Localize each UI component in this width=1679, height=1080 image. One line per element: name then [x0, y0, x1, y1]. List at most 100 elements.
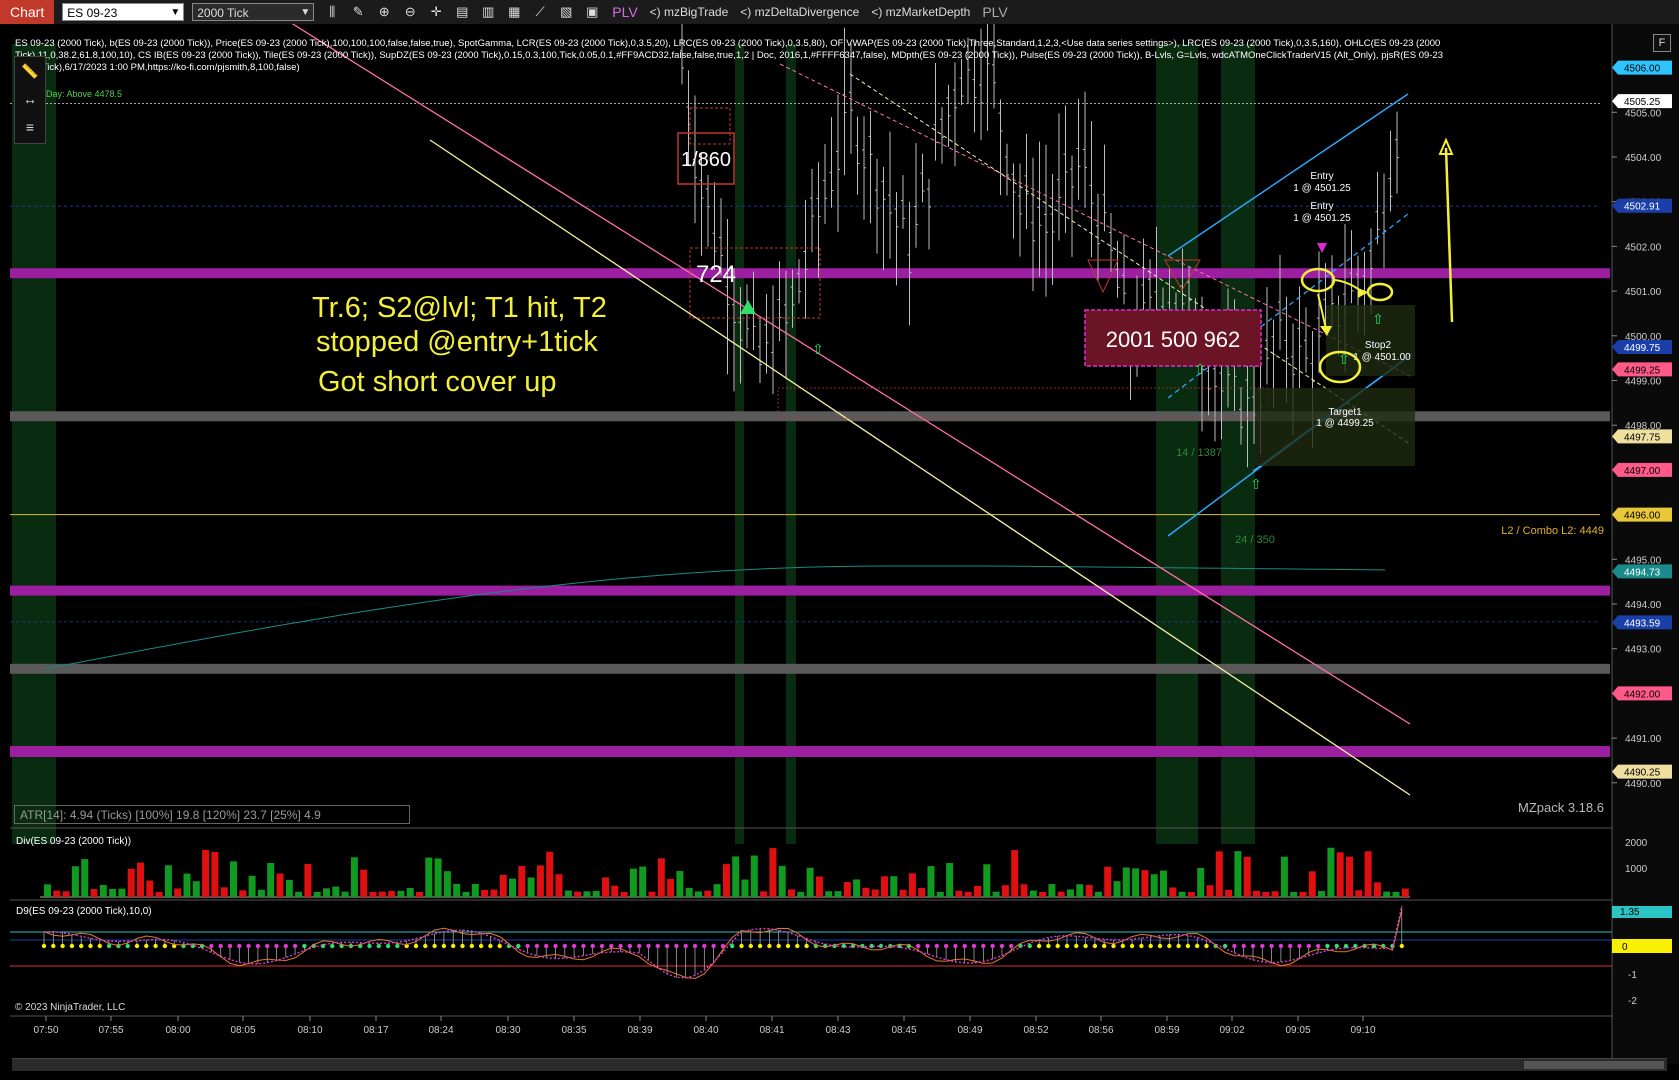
ruler-icon[interactable]: 📏 — [15, 57, 45, 85]
zoom-out-icon[interactable]: ⊖ — [402, 4, 418, 20]
div-bar — [1253, 890, 1260, 897]
d9-dot — [209, 943, 214, 949]
menu-icon[interactable]: ≡ — [15, 113, 45, 141]
chart-canvas[interactable]: 1/8607242001 500 962Entry1 @ 4501.25Entr… — [0, 24, 1679, 1080]
d9-dot — [757, 943, 763, 949]
d9-dot — [525, 943, 530, 949]
div-bar — [583, 891, 591, 897]
div-bar — [164, 865, 172, 897]
d9-dot — [274, 943, 279, 949]
d9-dot — [683, 943, 688, 949]
time-tick-label: 08:39 — [627, 1025, 652, 1036]
div-bar — [44, 884, 51, 897]
div-bar — [127, 868, 135, 897]
div-bar — [109, 888, 117, 897]
d9-dot — [469, 943, 474, 949]
div-bar — [592, 890, 600, 897]
chart-tab[interactable]: Chart — [0, 0, 55, 24]
div-bar — [648, 891, 656, 897]
d9-dot — [804, 943, 809, 949]
corner-button[interactable]: F — [1653, 34, 1671, 52]
target-qty-label: 1 @ 4499.25 — [1316, 418, 1374, 429]
d9-dot — [1046, 943, 1051, 949]
d9-dot — [943, 943, 949, 949]
d9-dot — [999, 943, 1005, 949]
price-marker-label: 4497.75 — [1624, 432, 1661, 443]
zoom-in-icon[interactable]: ⊕ — [376, 4, 392, 20]
buy-arrow-icon: ⇧ — [812, 341, 824, 357]
addon-mzmarketdepth[interactable]: <) mzMarketDepth — [871, 5, 970, 19]
d9-dot — [609, 943, 614, 949]
div-bar — [685, 887, 693, 897]
entry-label: Entry — [1310, 201, 1333, 212]
price-marker-label: 4494.73 — [1624, 567, 1661, 578]
d9-dot — [776, 943, 781, 949]
d9-dot — [116, 943, 121, 949]
d9-dot — [962, 943, 967, 949]
interval-select[interactable]: 2000 Tick ▼ — [192, 3, 315, 21]
d9-dot — [376, 943, 381, 949]
price-marker: 4493.59 — [1612, 615, 1672, 630]
annotation-line-3: Got short cover up — [318, 366, 557, 398]
indicators-icon[interactable]: ▥ — [480, 4, 496, 20]
time-tick-label: 08:24 — [428, 1025, 453, 1036]
annotation-line-2: stopped @entry+1tick — [316, 326, 598, 358]
div-bar — [1215, 851, 1223, 897]
div-bar — [1234, 851, 1242, 897]
analyze-icon[interactable]: ⟋ — [532, 4, 548, 20]
horizontal-scrollbar[interactable] — [12, 1058, 1667, 1071]
d9-dot — [767, 943, 772, 949]
templates-icon[interactable]: ▣ — [584, 4, 600, 20]
div-bar — [555, 874, 563, 897]
addon-mzdeltadivergence[interactable]: <) mzDeltaDivergence — [740, 5, 859, 19]
d9-dot — [385, 943, 391, 949]
div-bar — [481, 889, 489, 897]
price-tick-label: 4499.00 — [1625, 377, 1662, 388]
d9-dot — [51, 943, 56, 949]
div-bar — [657, 858, 665, 897]
properties-icon[interactable]: ▧ — [558, 4, 574, 20]
div-bar — [332, 886, 340, 897]
div-bar — [946, 863, 954, 897]
level-band — [10, 746, 1610, 758]
div-bar — [1271, 891, 1279, 897]
strategies-icon[interactable]: ▦ — [506, 4, 522, 20]
div-bar — [732, 856, 740, 897]
d9-dot — [144, 943, 149, 949]
div-bar — [1364, 851, 1372, 897]
d9-marker-zero-label: 0 — [1622, 942, 1628, 953]
div-bar — [1085, 884, 1093, 897]
div-bar — [1104, 866, 1112, 897]
time-tick-label: 08:05 — [230, 1025, 255, 1036]
div-bar — [304, 863, 312, 897]
div-bar — [295, 891, 303, 897]
addon-mzbigtrade[interactable]: <) mzBigTrade — [650, 5, 729, 19]
crosshair-icon[interactable]: ✛ — [428, 4, 444, 20]
big-trade-label: 1/860 — [681, 149, 731, 171]
div-bar — [760, 891, 768, 897]
div-bar — [974, 885, 981, 897]
div-bar — [602, 877, 609, 897]
time-tick-label: 09:10 — [1350, 1025, 1375, 1036]
price-marker: 4494.73 — [1612, 564, 1672, 579]
div-bar — [936, 891, 944, 897]
bars-type-icon[interactable]: ⫼ — [324, 4, 340, 20]
plv-right-button[interactable]: PLV — [982, 4, 1007, 20]
div-bar — [853, 879, 861, 897]
d9-dot — [990, 943, 995, 949]
instrument-select[interactable]: ES 09-23 ▼ — [62, 3, 185, 21]
plv-button[interactable]: PLV — [612, 4, 637, 20]
div-bar — [667, 878, 675, 897]
div-bar — [1020, 884, 1028, 897]
draw-pencil-icon[interactable]: ✎ — [350, 4, 366, 20]
entry-qty-label: 1 @ 4501.25 — [1293, 213, 1351, 224]
data-box-icon[interactable]: ▤ — [454, 4, 470, 20]
move-icon[interactable]: ↔ — [15, 85, 45, 113]
div-bar — [1373, 882, 1381, 897]
scrollbar-thumb[interactable] — [1524, 1061, 1664, 1069]
div-bar — [388, 891, 396, 897]
div-bar — [509, 878, 516, 897]
d9-dot — [664, 943, 670, 949]
div-bar — [341, 891, 349, 897]
d9-dot — [88, 943, 93, 949]
